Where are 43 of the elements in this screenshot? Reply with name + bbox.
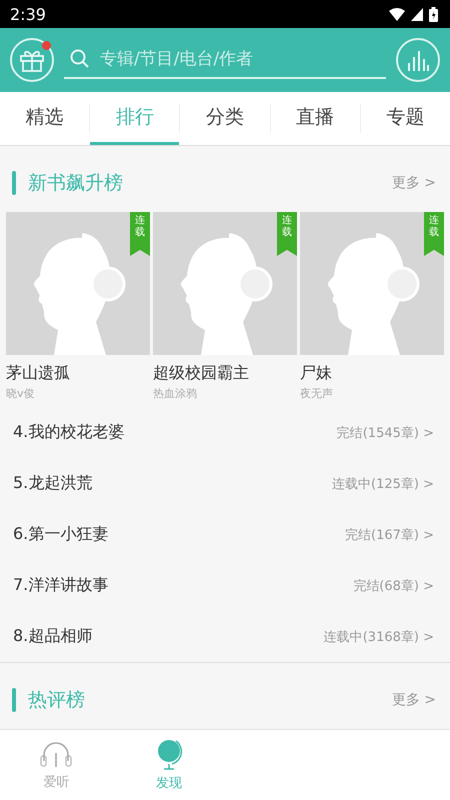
section-title: 热评榜 <box>28 688 85 713</box>
book-cover[interactable]: 连载 <box>6 212 150 355</box>
wifi-icon <box>389 8 405 20</box>
book-title[interactable]: 尸妹 <box>300 363 444 384</box>
headphones-icon <box>39 739 74 769</box>
serial-ribbon: 连载 <box>277 212 297 256</box>
nav-item[interactable]: 发现 <box>112 730 225 800</box>
equalizer-icon <box>406 49 430 71</box>
equalizer-button[interactable] <box>396 38 440 82</box>
book-status[interactable]: 完结(1545章) > <box>336 424 434 442</box>
tab[interactable]: 排行 <box>90 92 180 145</box>
gift-icon <box>19 48 45 72</box>
more-link[interactable]: 更多 > <box>392 691 436 709</box>
book-status[interactable]: 连载中(3168章) > <box>324 628 434 646</box>
status-time: 2:39 <box>10 4 46 24</box>
serial-ribbon: 连载 <box>130 212 150 256</box>
book-cover[interactable]: 连载 <box>153 212 297 355</box>
battery-icon <box>429 6 438 22</box>
book-title[interactable]: 5.龙起洪荒 <box>13 473 92 494</box>
book-status[interactable]: 完结(68章) > <box>353 576 434 594</box>
nav-item[interactable]: 爱听 <box>0 730 112 800</box>
serial-ribbon: 连载 <box>424 212 444 256</box>
book-cover[interactable]: 连载 <box>300 212 444 355</box>
book-author: 热血涂鸦 <box>153 386 198 401</box>
search-icon <box>70 49 90 69</box>
book-author: 夜无声 <box>300 386 334 401</box>
tab[interactable]: 专题 <box>360 92 450 145</box>
more-link[interactable]: 更多 > <box>392 174 436 192</box>
tab[interactable]: 分类 <box>180 92 270 145</box>
tab[interactable]: 精选 <box>0 92 90 145</box>
book-title[interactable]: 超级校园霸主 <box>153 363 297 384</box>
book-status[interactable]: 连载中(125章) > <box>332 474 434 492</box>
gift-button[interactable] <box>10 38 54 82</box>
tab[interactable]: 直播 <box>270 92 360 145</box>
book-title[interactable]: 8.超品相师 <box>13 626 92 647</box>
book-title[interactable]: 4.我的校花老婆 <box>13 422 124 443</box>
book-author: 晓v俊 <box>6 386 36 401</box>
section-title: 新书飙升榜 <box>28 171 123 196</box>
signal-icon <box>411 8 423 20</box>
book-title[interactable]: 7.洋洋讲故事 <box>13 575 108 596</box>
book-status[interactable]: 完结(167章) > <box>345 526 434 544</box>
book-title[interactable]: 6.第一小狂妻 <box>13 524 108 545</box>
book-title[interactable]: 茅山遗孤 <box>6 363 150 384</box>
